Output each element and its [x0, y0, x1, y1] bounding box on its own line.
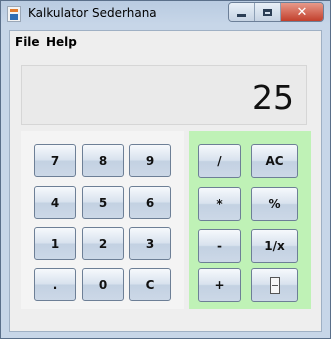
key-multiply[interactable]: *: [198, 187, 241, 221]
close-icon: ✕: [296, 4, 308, 20]
operator-panel: / AC * % - 1/x +: [189, 131, 311, 309]
key-add[interactable]: +: [198, 268, 241, 302]
key-all-clear[interactable]: AC: [251, 144, 298, 178]
key-8[interactable]: 8: [82, 144, 124, 177]
key-4[interactable]: 4: [34, 186, 76, 219]
equals-box-icon: [269, 276, 280, 294]
maximize-icon: [263, 8, 272, 16]
menu-file[interactable]: File: [15, 35, 40, 49]
key-divide[interactable]: /: [198, 144, 241, 178]
window-controls: ✕: [228, 2, 324, 22]
key-percent[interactable]: %: [251, 187, 298, 221]
key-6[interactable]: 6: [129, 186, 171, 219]
key-7[interactable]: 7: [34, 144, 76, 177]
key-1[interactable]: 1: [34, 227, 76, 260]
key-reciprocal[interactable]: 1/x: [251, 229, 298, 263]
calculator-display: 25: [21, 65, 307, 125]
key-decimal[interactable]: .: [34, 268, 76, 301]
menu-help[interactable]: Help: [46, 35, 77, 49]
minimize-icon: [237, 14, 246, 17]
client-area: File Help 25 7 8 9 4 5 6 1 2 3 . 0 C / A…: [9, 30, 322, 332]
key-0[interactable]: 0: [82, 268, 124, 301]
key-3[interactable]: 3: [129, 227, 171, 260]
close-button[interactable]: ✕: [281, 3, 323, 21]
minimize-button[interactable]: [229, 3, 255, 21]
key-clear[interactable]: C: [129, 268, 171, 301]
window-title: Kalkulator Sederhana: [28, 6, 157, 20]
calculator-window: Kalkulator Sederhana ✕ File Help 25 7 8 …: [0, 0, 331, 339]
maximize-button[interactable]: [255, 3, 281, 21]
title-bar[interactable]: Kalkulator Sederhana ✕: [1, 1, 330, 27]
key-9[interactable]: 9: [129, 144, 171, 177]
key-2[interactable]: 2: [82, 227, 124, 260]
key-equals[interactable]: [251, 268, 298, 302]
menu-bar: File Help: [10, 31, 321, 53]
numpad-panel: 7 8 9 4 5 6 1 2 3 . 0 C: [21, 131, 184, 309]
key-subtract[interactable]: -: [198, 229, 241, 263]
java-app-icon: [7, 6, 21, 22]
key-5[interactable]: 5: [82, 186, 124, 219]
display-value: 25: [252, 78, 294, 117]
